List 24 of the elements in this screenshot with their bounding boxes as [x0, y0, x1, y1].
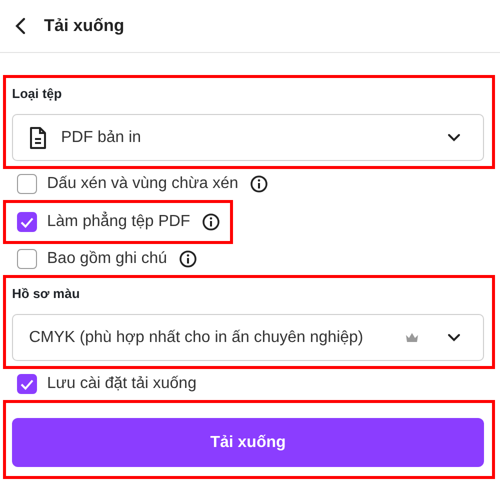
- chevron-down-icon: [447, 133, 461, 142]
- info-icon[interactable]: [202, 213, 220, 231]
- dropdown-value: CMYK (phù hợp nhất cho in ấn chuyên nghiệp): [29, 328, 364, 346]
- checkmark-icon: [20, 216, 34, 228]
- chevron-down-icon: [447, 333, 461, 342]
- dropdown[interactable]: PDF bản in: [12, 114, 484, 161]
- checkmark-icon: [20, 378, 34, 390]
- field-label: Hồ sơ màu: [12, 286, 80, 301]
- info-icon[interactable]: [250, 175, 268, 193]
- checkbox-label: Lưu cài đặt tải xuống: [47, 375, 196, 393]
- back-icon[interactable]: [14, 17, 26, 35]
- dropdown[interactable]: CMYK (phù hợp nhất cho in ấn chuyên nghiệp): [12, 314, 484, 361]
- page-title: Tải xuống: [44, 16, 124, 36]
- checkbox[interactable]: [17, 174, 37, 194]
- checkbox-label: Dấu xén và vùng chừa xén: [47, 175, 238, 193]
- checkbox[interactable]: [17, 374, 37, 394]
- dropdown-value: PDF bản in: [61, 128, 142, 146]
- download-button[interactable]: Tải xuống: [12, 418, 484, 467]
- field-label: Loại tệp: [12, 86, 62, 101]
- info-icon[interactable]: [179, 250, 198, 268]
- checkbox[interactable]: [17, 212, 37, 232]
- checkbox-label: Bao gồm ghi chú: [47, 250, 168, 268]
- checkbox[interactable]: [17, 249, 37, 269]
- checkbox-label: Làm phẳng tệp PDF: [47, 213, 190, 231]
